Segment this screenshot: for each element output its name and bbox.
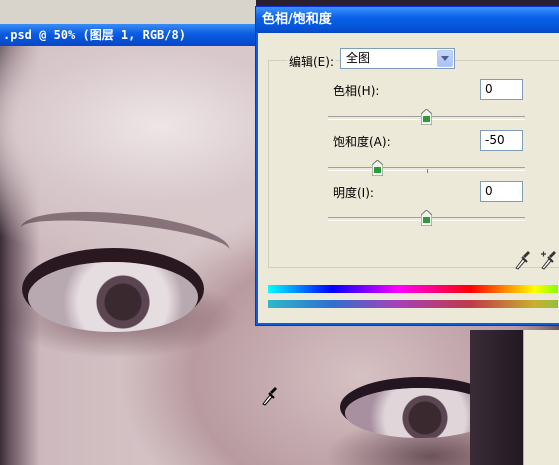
hue-input[interactable]: 0 bbox=[480, 79, 523, 100]
hue-label: 色相(H): bbox=[333, 84, 380, 98]
dropdown-arrow-icon[interactable] bbox=[437, 50, 453, 67]
edit-label: 编辑(E): bbox=[287, 53, 336, 70]
dialog-title-bar[interactable]: 色相/饱和度 bbox=[256, 7, 559, 33]
saturation-input[interactable]: -50 bbox=[480, 130, 523, 151]
document-title-bar[interactable]: .psd @ 50% (图层 1, RGB/8) bbox=[0, 24, 256, 46]
saturation-slider-tick bbox=[427, 169, 428, 173]
saturation-label: 饱和度(A): bbox=[333, 135, 391, 149]
edit-select[interactable]: 全图 bbox=[340, 48, 455, 69]
lightness-label: 明度(I): bbox=[333, 186, 374, 200]
document-title: .psd @ 50% (图层 1, RGB/8) bbox=[3, 28, 186, 42]
output-spectrum-bar bbox=[268, 300, 558, 308]
document-scrollbar[interactable] bbox=[523, 330, 559, 465]
hair-region bbox=[470, 330, 530, 465]
cursor-eyedropper-icon bbox=[261, 386, 277, 406]
eyedropper-icon[interactable] bbox=[514, 250, 530, 270]
input-spectrum-bar bbox=[268, 285, 558, 293]
dialog-title: 色相/饱和度 bbox=[262, 12, 332, 27]
saturation-slider-thumb[interactable] bbox=[372, 160, 383, 176]
edit-select-value: 全图 bbox=[346, 51, 371, 65]
eyedropper-plus-icon[interactable] bbox=[540, 250, 556, 270]
document-top-strip bbox=[0, 0, 256, 24]
hue-slider-thumb[interactable] bbox=[421, 109, 432, 125]
eye-left bbox=[28, 262, 198, 332]
lightness-input[interactable]: 0 bbox=[480, 181, 523, 202]
lightness-slider-thumb[interactable] bbox=[421, 210, 432, 226]
